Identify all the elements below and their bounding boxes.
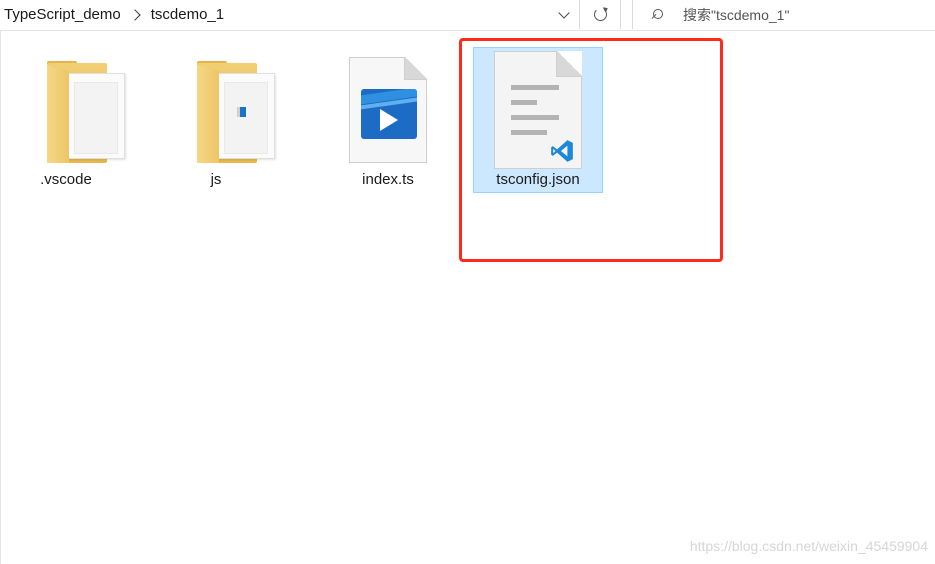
file-item-vscode[interactable]: .vscode: [1, 31, 131, 188]
toolbar: TypeScript_demo tscdemo_1 搜索"tscdemo_1": [0, 0, 935, 31]
file-name: tsconfig.json: [496, 171, 580, 188]
folder-icon: [47, 61, 127, 165]
file-item-js[interactable]: js: [151, 31, 281, 188]
file-item-tsconfig-json[interactable]: tsconfig.json: [473, 31, 603, 193]
chevron-right-icon[interactable]: [129, 8, 141, 21]
folder-icon: [197, 61, 277, 165]
watermark: https://blog.csdn.net/weixin_45459904: [689, 538, 928, 554]
file-item-index-ts[interactable]: index.ts: [323, 31, 453, 188]
breadcrumb-typescript-demo[interactable]: TypeScript_demo: [4, 6, 121, 23]
file-list: .vscode js index.ts tsconfig.json https:…: [0, 31, 935, 564]
file-explorer-window: TypeScript_demo tscdemo_1 搜索"tscdemo_1" …: [0, 0, 935, 564]
chevron-down-icon: [558, 6, 570, 19]
search-placeholder: 搜索"tscdemo_1": [683, 6, 790, 23]
breadcrumb-tscdemo-1[interactable]: tscdemo_1: [151, 6, 224, 23]
refresh-icon: [593, 8, 607, 21]
file-name: .vscode: [40, 171, 92, 188]
refresh-button[interactable]: [580, 0, 621, 29]
search-icon: [651, 8, 663, 21]
address-history-dropdown[interactable]: [549, 0, 579, 29]
search-input[interactable]: 搜索"tscdemo_1": [632, 0, 935, 29]
vscode-icon: [551, 140, 573, 162]
address-bar[interactable]: TypeScript_demo tscdemo_1: [0, 0, 580, 29]
media-play-icon: [361, 89, 417, 139]
file-name: index.ts: [362, 171, 414, 188]
file-name: js: [210, 171, 222, 188]
